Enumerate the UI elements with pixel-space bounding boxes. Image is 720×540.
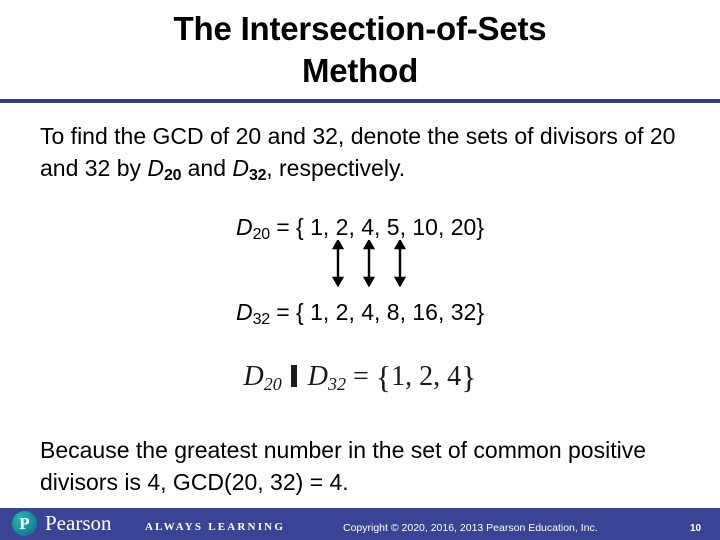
pearson-wordmark: Pearson	[45, 511, 112, 535]
double-arrow-icon-3-head-down	[393, 276, 407, 288]
title-line-2: Method	[301, 52, 419, 89]
pearson-mark-letter: P	[19, 513, 30, 533]
double-arrow-icon-2-head-up	[362, 240, 376, 250]
intro-text-segment-2: and	[181, 155, 233, 181]
footer-page-number: 10	[690, 523, 702, 534]
footer-copyright: Copyright © 2020, 2016, 2013 Pearson Edu…	[343, 522, 598, 534]
set-line-d32: D32 = { 1, 2, 4, 8, 16, 32}	[0, 297, 720, 335]
double-arrow-icon-group	[331, 240, 407, 288]
intro-paragraph: To find the GCD of 20 and 32, denote the…	[40, 120, 688, 192]
set-d32-elements: = { 1, 2, 4, 8, 16, 32}	[269, 299, 485, 325]
equation-right-subscript: 32	[327, 374, 346, 394]
footer-bar: P Pearson ALWAYS LEARNING Copyright © 20…	[0, 508, 720, 540]
intro-subscript-32: 32	[249, 167, 267, 184]
equation-result: 1, 2, 4	[391, 361, 462, 392]
equation-close-brace: }	[461, 359, 477, 395]
set-d20-elements: = { 1, 2, 4, 5, 10, 20}	[269, 214, 485, 240]
double-arrow-icon-1-head-down	[331, 276, 345, 288]
double-arrow-icon-3-head-up	[393, 240, 407, 250]
set-d32-subscript: 32	[252, 311, 271, 328]
slide-canvas: The Intersection-of-Sets Method To find …	[0, 0, 720, 540]
equation-left-symbol: D	[243, 361, 264, 392]
pearson-logo: P Pearson	[12, 511, 112, 536]
double-arrow-icon-1-head-up	[331, 240, 345, 250]
equation-right-symbol: D	[307, 361, 328, 392]
equation-equals: =	[345, 361, 376, 392]
pearson-mark-icon: P	[12, 511, 37, 536]
intro-symbol-d32: D	[232, 155, 250, 181]
intro-subscript-20: 20	[164, 167, 182, 184]
intro-text-segment-3: , respectively.	[266, 155, 406, 181]
title-line-1: The Intersection-of-Sets	[173, 10, 547, 47]
page-title: The Intersection-of-Sets Method	[0, 8, 720, 92]
equation-open-brace: {	[375, 359, 392, 395]
conclusion-paragraph: Because the greatest number in the set o…	[40, 437, 646, 495]
intersection-operator-icon	[290, 365, 297, 387]
set-d20-symbol: D	[235, 214, 253, 240]
title-divider	[0, 99, 720, 103]
double-arrow-icon-2-head-down	[362, 276, 376, 288]
intersection-equation: D20 D32 = {1, 2, 4}	[0, 358, 720, 403]
set-d32-symbol: D	[235, 299, 253, 325]
correspondence-arrows	[0, 240, 720, 290]
intro-symbol-d20: D	[147, 155, 165, 181]
equation-left-subscript: 20	[263, 374, 282, 394]
footer-tagline: ALWAYS LEARNING	[145, 521, 286, 533]
